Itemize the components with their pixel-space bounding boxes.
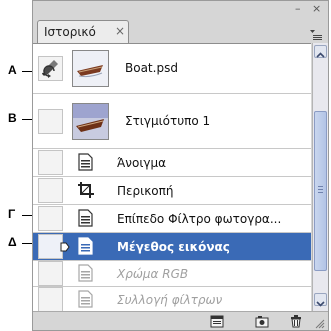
history-state-row[interactable]: Συλλογή φίλτρων	[33, 287, 311, 312]
chevron-down-icon	[316, 301, 325, 307]
history-state-label: Περικοπή	[117, 184, 174, 198]
panel-titlebar: – ×	[33, 1, 328, 21]
scroll-thumb[interactable]	[314, 111, 327, 271]
snapshot-label: Στιγμιότυπο 1	[125, 114, 211, 128]
snapshot-label: Boat.psd	[125, 61, 178, 75]
history-state-row[interactable]: Χρώμα RGB	[33, 261, 311, 287]
scroll-down-button[interactable]	[314, 293, 327, 307]
chevron-up-icon	[316, 52, 325, 58]
callout-d: Δ	[8, 235, 17, 249]
tab-close-icon[interactable]: ×	[115, 24, 125, 38]
new-snapshot-icon[interactable]	[255, 315, 269, 328]
tab-history[interactable]: Ιστορικό ×	[37, 20, 129, 44]
state-slider-icon[interactable]	[60, 242, 70, 252]
crop-icon	[78, 182, 94, 198]
history-brush-icon	[42, 60, 58, 78]
history-state-row[interactable]: Επίπεδο Φίλτρο φωτογρα...	[33, 205, 311, 233]
document-icon	[78, 237, 93, 255]
history-state-row[interactable]: Άνοιγμα	[33, 149, 311, 177]
document-icon	[78, 209, 93, 227]
resize-grip-icon[interactable]	[315, 319, 325, 329]
history-state-row[interactable]: Περικοπή	[33, 177, 311, 205]
history-panel: – × Ιστορικό × Boat.psd Στιγμιότυπο 1 Άν…	[32, 0, 329, 331]
snapshot-thumbnail-boat	[72, 50, 109, 87]
panel-menu-icon[interactable]	[308, 27, 324, 41]
history-source-checkbox[interactable]	[38, 206, 63, 231]
history-source-checkbox[interactable]	[38, 261, 63, 286]
history-source-checkbox[interactable]	[38, 287, 63, 312]
callout-b: B	[8, 111, 17, 125]
document-icon	[78, 153, 93, 171]
history-source-checkbox[interactable]	[38, 56, 63, 81]
grip-icon	[318, 186, 323, 193]
history-state-label: Συλλογή φίλτρων	[117, 293, 223, 307]
history-list: Boat.psd Στιγμιότυπο 1 Άνοιγμα Περικοπή …	[33, 43, 311, 312]
minimize-button[interactable]: –	[295, 3, 301, 15]
snapshot-thumbnail-1	[72, 103, 109, 140]
callout-g: Γ	[8, 207, 16, 221]
history-scrollbar[interactable]	[312, 43, 328, 311]
history-source-checkbox[interactable]	[38, 150, 63, 175]
snapshot-row-1[interactable]: Στιγμιότυπο 1	[33, 94, 311, 149]
history-state-label: Επίπεδο Φίλτρο φωτογρα...	[117, 212, 282, 226]
snapshot-row-boat[interactable]: Boat.psd	[33, 44, 311, 94]
delete-state-icon[interactable]	[289, 315, 303, 328]
history-state-label: Άνοιγμα	[117, 156, 167, 170]
panel-bottom-toolbar	[33, 311, 328, 330]
history-source-checkbox[interactable]	[38, 178, 63, 203]
close-button[interactable]: ×	[312, 3, 321, 15]
callout-a: A	[8, 63, 17, 77]
document-icon	[78, 290, 93, 308]
tab-history-label: Ιστορικό	[44, 25, 96, 39]
history-state-label: Χρώμα RGB	[117, 267, 189, 281]
history-state-row-selected[interactable]: Μέγεθος εικόνας	[33, 233, 311, 261]
new-document-from-state-icon[interactable]	[210, 315, 224, 328]
history-state-label: Μέγεθος εικόνας	[117, 240, 230, 254]
history-source-checkbox[interactable]	[38, 109, 63, 134]
scroll-up-button[interactable]	[314, 45, 327, 58]
document-icon	[78, 264, 93, 282]
